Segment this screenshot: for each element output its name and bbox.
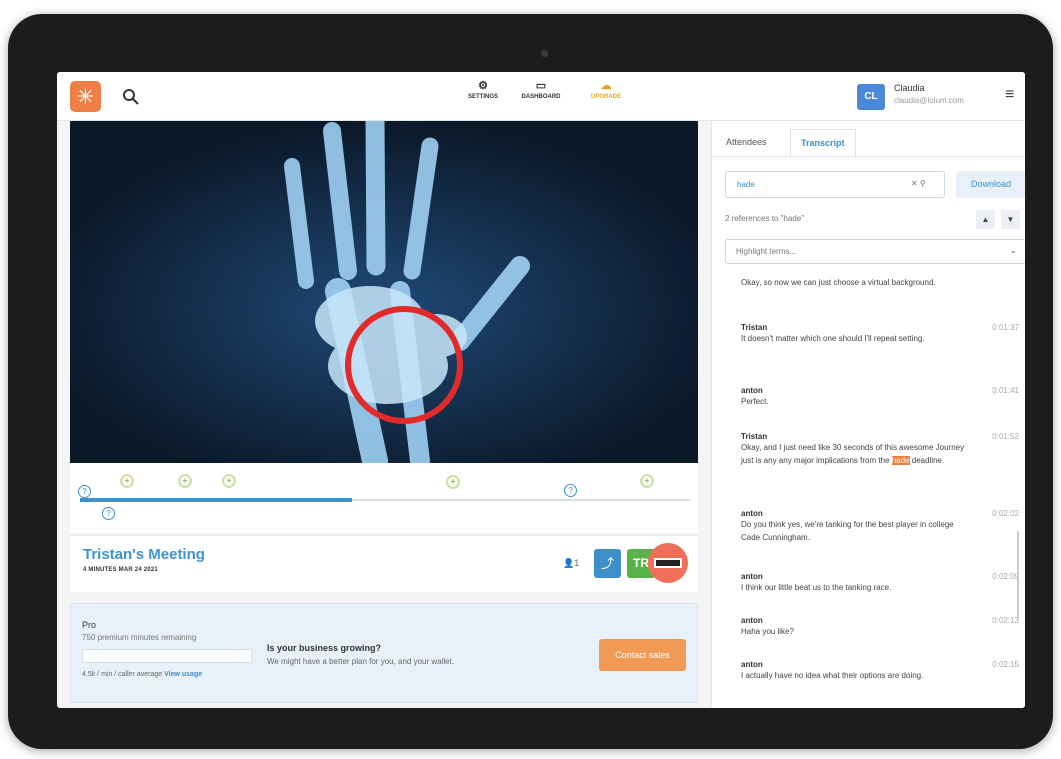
animated-avatar	[648, 543, 688, 583]
meeting-title: Tristan's Meeting	[83, 546, 205, 563]
plan-promo: Pro 750 premium minutes remaining 4.5k /…	[70, 603, 698, 703]
clear-search-icon[interactable]: ✕ ⚲	[911, 179, 926, 188]
download-button[interactable]: Download	[956, 171, 1025, 198]
plan-name: Pro	[82, 620, 97, 630]
plan-remaining: 750 premium minutes remaining	[82, 633, 197, 642]
timeline-marker[interactable]: +	[222, 474, 236, 488]
transcript-text: I think our little beat us to the tankin…	[741, 583, 892, 592]
transcript-entry: anton Haha you like?	[741, 616, 971, 638]
dropdown-chevron-icon: ⌄	[1009, 245, 1017, 255]
transcript-entry: anton I think our little beat us to the …	[741, 572, 971, 594]
nav-settings[interactable]: ⚙ SETTINGS	[453, 79, 513, 100]
timeline-progress	[80, 498, 352, 502]
gear-icon: ⚙	[478, 80, 488, 92]
share-icon: ⤴	[600, 556, 614, 571]
transcript-entry: anton I actually have no idea what their…	[741, 660, 971, 682]
transcript-text: Okay, so now we can just choose a virtua…	[741, 278, 936, 287]
transcript-scrollbar[interactable]	[1017, 531, 1019, 621]
nav-settings-label: SETTINGS	[467, 94, 498, 100]
transcript-time[interactable]: 0:01:52	[992, 432, 1019, 441]
timeline-marker[interactable]: +	[120, 474, 134, 488]
nav-dashboard-label: DASHBOARD	[521, 94, 561, 100]
transcript-speaker: anton	[741, 386, 763, 395]
transcript-text: Do you think yes, we're tanking for the …	[741, 520, 954, 542]
attendee-count-value: 1	[574, 558, 580, 568]
timeline-marker[interactable]: +	[446, 475, 460, 489]
search-input[interactable]: hade	[737, 180, 755, 189]
meeting-card: Tristan's Meeting 4 MINUTES MAR 24 2021 …	[70, 535, 698, 592]
timeline[interactable]: + + + + + ? ? ?	[70, 463, 698, 533]
transcript-speaker: anton	[741, 660, 763, 669]
transcript-entry: Tristan Okay, and I just need like 30 se…	[741, 432, 971, 467]
question-marker[interactable]: ?	[78, 485, 91, 498]
promo-text: We might have a better plan for you, and…	[267, 657, 455, 666]
transcript-text-after: deadline.	[909, 456, 945, 465]
nav-dashboard[interactable]: ▭ DASHBOARD	[511, 79, 571, 100]
transcript-text: It doesn't matter which one should I'll …	[741, 334, 925, 343]
promo-title: Is your business growing?	[267, 643, 382, 653]
view-usage-link[interactable]: View usage	[164, 671, 202, 678]
transcript-speaker: anton	[741, 572, 763, 581]
app-screen: ✳ ⚙ SETTINGS ▭ DASHBOARD ☁ UPGRADE CL Cl…	[57, 72, 1025, 708]
question-marker[interactable]: ?	[564, 484, 577, 497]
tab-attendees[interactable]: Attendees	[716, 129, 777, 156]
highlight-terms-select[interactable]: Highlight terms... ⌄	[725, 239, 1025, 264]
transcript-time[interactable]: 0:02:02	[992, 509, 1019, 518]
person-icon: 👤	[563, 558, 575, 568]
transcript-entry: anton Perfect.	[741, 386, 971, 408]
plan-usage-text: 4.5k / min / caller average View usage	[82, 671, 202, 678]
cloud-upload-icon: ☁	[600, 80, 612, 92]
attendee-count[interactable]: 👤1	[563, 558, 579, 569]
plan-average: 4.5k / min / caller average	[82, 671, 163, 678]
calendar-icon: ▭	[535, 80, 547, 92]
plan-usage-bar	[82, 649, 252, 663]
transcript-time[interactable]: 0:01:37	[992, 323, 1019, 332]
menu-icon[interactable]: ≡	[1005, 86, 1014, 104]
transcript-time[interactable]: 0:02:15	[992, 660, 1019, 669]
transcript-speaker: anton	[741, 509, 763, 518]
highlight-placeholder: Highlight terms...	[736, 247, 797, 256]
highlighted-term: hade	[891, 456, 910, 465]
chevron-up-icon[interactable]: ▲	[976, 210, 995, 229]
transcript-text: I actually have no idea what their optio…	[741, 671, 924, 680]
transcript-entry: Tristan It doesn't matter which one shou…	[741, 323, 971, 345]
transcript-speaker: Tristan	[741, 432, 768, 441]
nav-upgrade[interactable]: ☁ UPGRADE	[576, 79, 636, 100]
video-player[interactable]	[70, 121, 698, 463]
search-icon[interactable]	[121, 87, 141, 107]
transcript-entry: anton Do you think yes, we're tanking fo…	[741, 509, 971, 544]
transcript-panel: Attendees Transcript hade ✕ ⚲ Download 2…	[711, 121, 1025, 708]
camera	[541, 50, 548, 57]
transcript-speaker: anton	[741, 616, 763, 625]
share-button[interactable]: ⤴	[594, 549, 621, 578]
transcript-time[interactable]: 0:02:09	[992, 572, 1019, 581]
transcript-text: Haha you like?	[741, 627, 794, 636]
top-bar: ✳ ⚙ SETTINGS ▭ DASHBOARD ☁ UPGRADE CL Cl…	[57, 72, 1025, 121]
transcript-text: Perfect.	[741, 397, 769, 406]
playhead-marker[interactable]: ?	[102, 507, 115, 520]
timeline-marker[interactable]: +	[640, 474, 654, 488]
contact-sales-button[interactable]: Contact sales	[599, 639, 686, 671]
logo[interactable]: ✳	[70, 81, 101, 112]
tab-transcript[interactable]: Transcript	[790, 129, 856, 157]
transcript-time[interactable]: 0:02:12	[992, 616, 1019, 625]
xray-image	[70, 121, 698, 463]
timeline-marker[interactable]: +	[178, 474, 192, 488]
user-name: Claudia	[894, 83, 925, 93]
transcript-text: Okay, and I just need like 30 seconds of…	[741, 441, 971, 467]
nav-upgrade-label: UPGRADE	[590, 94, 621, 100]
user-email: claudia@lolum.com	[894, 96, 964, 105]
chevron-down-icon[interactable]: ▼	[1001, 210, 1020, 229]
transcript-speaker: Tristan	[741, 323, 768, 332]
transcript-list[interactable]: Okay, so now we can just choose a virtua…	[712, 276, 1025, 708]
transcript-entry: Okay, so now we can just choose a virtua…	[741, 276, 971, 289]
avatar[interactable]: CL	[857, 84, 885, 110]
transcript-time[interactable]: 0:01:41	[992, 386, 1019, 395]
tab-divider	[712, 156, 1025, 157]
search-references: 2 references to "hade"	[725, 214, 805, 223]
transcript-search[interactable]: hade ✕ ⚲	[725, 171, 945, 198]
meeting-meta: 4 MINUTES MAR 24 2021	[83, 567, 158, 573]
